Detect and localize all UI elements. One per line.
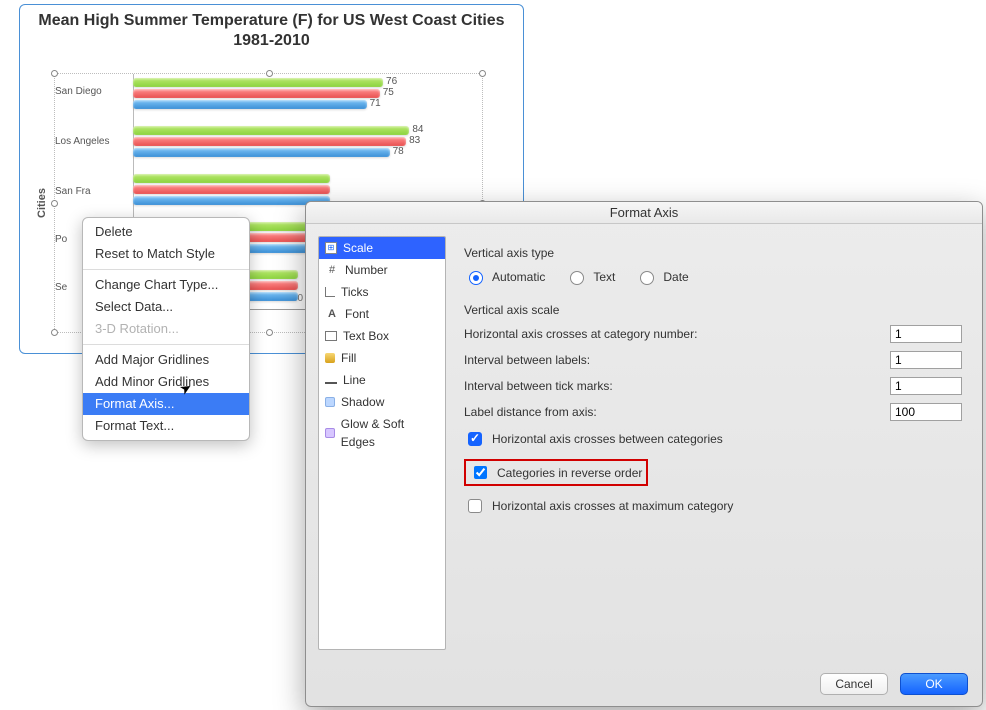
menu-item[interactable]: Delete	[83, 221, 249, 243]
sidebar-item-label: Scale	[343, 239, 373, 257]
bar-value: 83	[409, 135, 420, 146]
dialog-sidebar: ⊞ Scale Number Ticks Font Text Box Fill Line Sha…	[318, 236, 446, 650]
scale-icon: ⊞	[325, 242, 337, 254]
crosses-at-input[interactable]	[890, 325, 962, 343]
sidebar-item-font[interactable]: Font	[319, 303, 445, 325]
check-between-categories-input[interactable]	[468, 432, 482, 446]
sidebar-item-label: Shadow	[341, 393, 384, 411]
check-label: Categories in reverse order	[497, 466, 642, 480]
menu-item[interactable]: Format Axis...	[83, 393, 249, 415]
cancel-button[interactable]: Cancel	[820, 673, 888, 695]
field-label: Interval between labels:	[464, 353, 590, 367]
sidebar-item-shadow[interactable]: Shadow	[319, 391, 445, 413]
menu-item[interactable]: Reset to Match Style	[83, 243, 249, 265]
field-label: Label distance from axis:	[464, 405, 597, 419]
resize-handle[interactable]	[51, 200, 58, 207]
bar[interactable]: 76	[133, 78, 383, 87]
interval-ticks-input[interactable]	[890, 377, 962, 395]
menu-item[interactable]: Add Minor Gridlines	[83, 371, 249, 393]
radio-automatic[interactable]: Automatic	[464, 268, 545, 285]
axis-type-radios: Automatic Text Date	[464, 268, 962, 285]
format-axis-dialog: Format Axis ⊞ Scale Number Ticks Font Text Bo…	[305, 201, 983, 707]
sidebar-item-glow[interactable]: Glow & Soft Edges	[319, 413, 445, 453]
sidebar-item-fill[interactable]: Fill	[319, 347, 445, 369]
menu-item[interactable]: Change Chart Type...	[83, 274, 249, 296]
fill-icon	[325, 353, 335, 363]
bar-value: 76	[386, 76, 397, 87]
menu-item[interactable]: Add Major Gridlines	[83, 349, 249, 371]
radio-date[interactable]: Date	[635, 268, 688, 285]
sidebar-item-label: Line	[343, 371, 366, 389]
check-label: Horizontal axis crosses at maximum categ…	[492, 499, 733, 513]
textbox-icon	[325, 331, 337, 341]
dialog-content: Vertical axis type Automatic Text Date V…	[454, 224, 982, 662]
category-label: San Fra	[55, 186, 125, 197]
y-axis-label: Cities	[36, 188, 48, 218]
bar[interactable]: 75	[133, 89, 380, 98]
field-label-distance: Label distance from axis:	[464, 403, 962, 421]
sidebar-item-ticks[interactable]: Ticks	[319, 281, 445, 303]
check-between-categories[interactable]: Horizontal axis crosses between categori…	[464, 429, 962, 449]
bar[interactable]	[133, 196, 330, 205]
field-crosses-at: Horizontal axis crosses at category numb…	[464, 325, 962, 343]
sidebar-item-label: Fill	[341, 349, 356, 367]
dialog-title: Format Axis	[306, 202, 982, 224]
axis-scale-heading: Vertical axis scale	[464, 303, 962, 317]
bar[interactable]	[133, 185, 330, 194]
menu-item[interactable]: Format Text...	[83, 415, 249, 437]
dialog-footer: Cancel OK	[306, 662, 982, 706]
font-icon	[325, 307, 339, 321]
category-label: San Diego	[55, 86, 125, 97]
bar-value: 84	[412, 124, 423, 135]
resize-handle[interactable]	[479, 70, 486, 77]
label-distance-input[interactable]	[890, 403, 962, 421]
check-at-maximum-input[interactable]	[468, 499, 482, 513]
bar[interactable]	[133, 174, 330, 183]
glow-icon	[325, 428, 335, 438]
bar-value: 78	[393, 146, 404, 157]
field-interval-ticks: Interval between tick marks:	[464, 377, 962, 395]
field-label: Interval between tick marks:	[464, 379, 613, 393]
bar[interactable]: 84	[133, 126, 409, 135]
interval-labels-input[interactable]	[890, 351, 962, 369]
sidebar-item-line[interactable]: Line	[319, 369, 445, 391]
sidebar-item-label: Glow & Soft Edges	[341, 415, 439, 451]
number-icon	[325, 263, 339, 277]
radio-text[interactable]: Text	[565, 268, 615, 285]
sidebar-item-label: Ticks	[341, 283, 369, 301]
radio-date-input[interactable]	[640, 271, 654, 285]
ticks-icon	[325, 287, 335, 297]
bar-value: 71	[370, 98, 381, 109]
category-label: Los Angeles	[55, 136, 125, 147]
reverse-order-highlight: Categories in reverse order	[464, 459, 648, 486]
sidebar-item-label: Text Box	[343, 327, 389, 345]
radio-automatic-input[interactable]	[469, 271, 483, 285]
check-reverse-order-input[interactable]	[474, 466, 487, 479]
chart-title: Mean High Summer Temperature (F) for US …	[20, 5, 523, 53]
ok-button[interactable]: OK	[900, 673, 968, 695]
bar-value: 75	[383, 87, 394, 98]
radio-text-input[interactable]	[570, 271, 584, 285]
menu-item[interactable]: Select Data...	[83, 296, 249, 318]
resize-handle[interactable]	[266, 329, 273, 336]
line-icon	[325, 382, 337, 384]
sidebar-item-textbox[interactable]: Text Box	[319, 325, 445, 347]
menu-item: 3-D Rotation...	[83, 318, 249, 340]
sidebar-item-label: Font	[345, 305, 369, 323]
resize-handle[interactable]	[51, 70, 58, 77]
bar[interactable]: 71	[133, 100, 367, 109]
sidebar-item-number[interactable]: Number	[319, 259, 445, 281]
check-label: Horizontal axis crosses between categori…	[492, 432, 723, 446]
sidebar-item-label: Number	[345, 261, 388, 279]
shadow-icon	[325, 397, 335, 407]
bar[interactable]: 78	[133, 148, 390, 157]
context-menu: DeleteReset to Match Style Change Chart T…	[82, 217, 250, 441]
axis-type-heading: Vertical axis type	[464, 246, 962, 260]
check-at-maximum[interactable]: Horizontal axis crosses at maximum categ…	[464, 496, 962, 516]
sidebar-item-scale[interactable]: ⊞ Scale	[319, 237, 445, 259]
field-interval-labels: Interval between labels:	[464, 351, 962, 369]
resize-handle[interactable]	[51, 329, 58, 336]
field-label: Horizontal axis crosses at category numb…	[464, 327, 697, 341]
bar[interactable]: 83	[133, 137, 406, 146]
